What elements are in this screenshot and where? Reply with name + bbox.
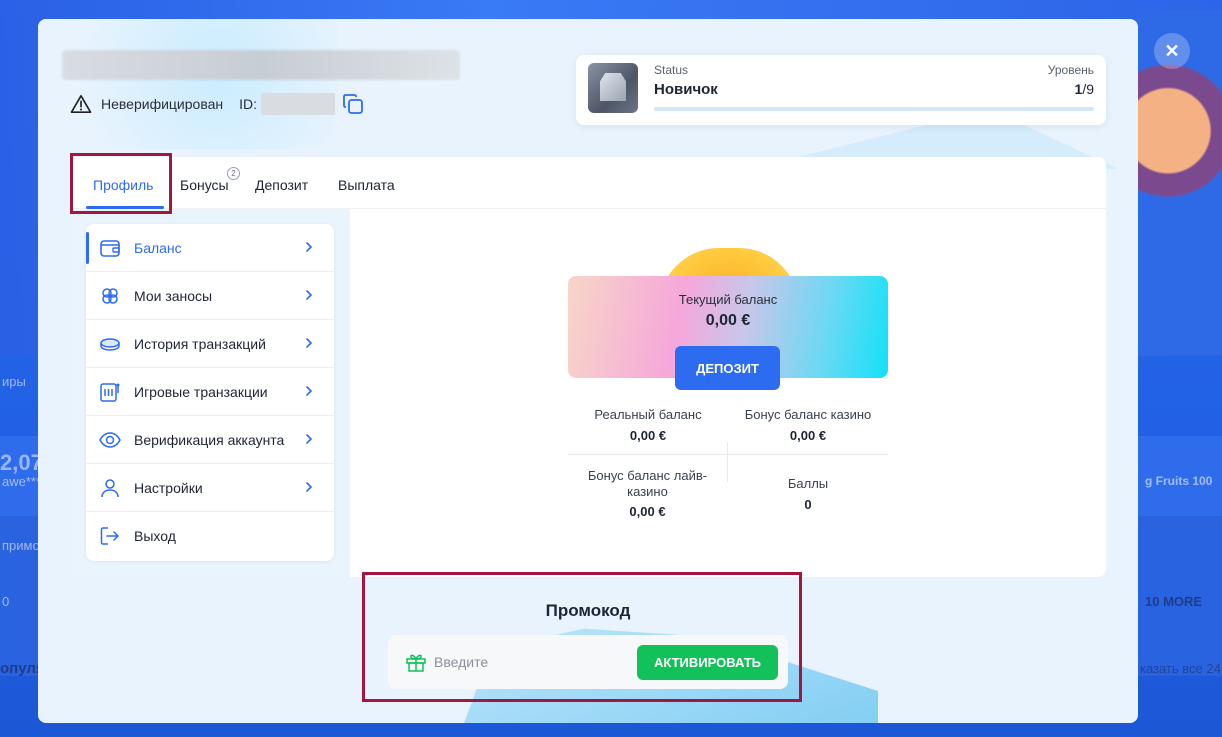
bg-show-all-link[interactable]: казать все 24: [1140, 661, 1221, 676]
chevron-right-icon: [306, 242, 313, 252]
current-balance-label: Текущий баланс: [678, 292, 778, 307]
user-icon: [101, 478, 119, 497]
slot-machine-icon: [100, 382, 120, 402]
divider: [568, 454, 888, 455]
sidebar-item-label: Игровые транзакции: [134, 383, 268, 400]
sidebar-item-logout[interactable]: Выход: [86, 512, 334, 560]
sidebar-item-settings[interactable]: Настройки: [86, 464, 334, 512]
verification-status: Неверифицирован: [101, 96, 224, 112]
tab-withdrawal[interactable]: Выплата: [338, 157, 395, 209]
sidebar-item-verification[interactable]: Верификация аккаунта: [86, 416, 334, 464]
status-card: Status Новичок Уровень 1/9: [576, 55, 1106, 125]
current-balance-value: 0,00 €: [705, 312, 751, 329]
bg-more-link[interactable]: 10 MORE: [1145, 594, 1202, 609]
points-label: Баллы: [787, 476, 829, 491]
logout-icon: [100, 527, 119, 545]
bg-text-fragment: awe***: [2, 474, 42, 489]
warning-icon: [70, 95, 92, 113]
sidebar-item-label: История транзакций: [134, 335, 266, 352]
level-label: Уровень: [1047, 63, 1094, 77]
chevron-right-icon: [306, 434, 313, 444]
close-button[interactable]: ✕: [1154, 33, 1190, 69]
live-casino-bonus-balance: Бонус баланс лайв-казино 0,00 €: [575, 468, 720, 520]
real-balance-value: 0,00 €: [629, 428, 667, 443]
casino-bonus-label: Бонус баланс казино: [744, 407, 872, 422]
real-balance: Реальный баланс 0,00 €: [578, 407, 718, 443]
modal-decoration: [38, 19, 338, 149]
bg-text-fragment: 0: [2, 594, 10, 609]
bg-text-fragment: 2,07: [0, 450, 43, 475]
level-value: 1/9: [1075, 81, 1094, 97]
sidebar-item-balance[interactable]: Баланс: [86, 224, 334, 272]
chevron-right-icon: [306, 290, 313, 300]
sidebar-item-label: Настройки: [134, 479, 203, 496]
sidebar-item-label: Выход: [134, 528, 176, 544]
sidebar-item-label: Мои заносы: [134, 287, 213, 304]
bg-text-fragment: иры: [2, 374, 26, 389]
bg-text-fragment: примо: [2, 538, 40, 553]
deposit-button[interactable]: ДЕПОЗИТ: [675, 346, 780, 390]
status-label: Status: [654, 63, 689, 77]
clover-icon: [102, 287, 118, 304]
rank-image: [588, 63, 638, 113]
points-balance: Баллы 0: [738, 476, 878, 512]
sidebar-item-game-transactions[interactable]: Игровые транзакции: [86, 368, 334, 416]
tabs-bar: Профиль Бонусы Депозит Выплата: [70, 157, 1106, 209]
user-id-redacted: [261, 93, 336, 115]
divider: [727, 442, 728, 482]
chevron-right-icon: [306, 338, 313, 348]
sidebar-item-transaction-history[interactable]: История транзакций: [86, 320, 334, 368]
casino-bonus-balance: Бонус баланс казино 0,00 €: [728, 407, 888, 443]
points-value: 0: [804, 497, 812, 512]
verification-row: Неверифицирован ID:: [70, 92, 365, 116]
eye-icon: [99, 431, 121, 448]
level-total: /9: [1082, 81, 1094, 97]
copy-icon[interactable]: [341, 92, 365, 116]
sidebar-menu: Баланс Мои заносы История транзакций Игр…: [86, 224, 334, 561]
live-bonus-label: Бонус баланс лайв-казино: [587, 468, 708, 499]
casino-bonus-value: 0,00 €: [789, 428, 827, 443]
chevron-right-icon: [306, 482, 313, 492]
status-value: Новичок: [654, 81, 718, 98]
id-label: ID:: [239, 96, 258, 112]
bg-text-fragment: g Fruits 100: [1145, 474, 1213, 488]
chevron-right-icon: [306, 386, 313, 396]
level-progress-bar: [654, 107, 1094, 111]
live-bonus-value: 0,00 €: [629, 504, 666, 519]
tab-bonuses[interactable]: Бонусы: [180, 157, 229, 209]
highlight-box-profile-tab: [70, 153, 172, 214]
coin-stack-icon: [100, 337, 120, 351]
profile-modal: Неверифицирован ID: Status Новичок Урове…: [38, 19, 1138, 723]
username-redacted: [62, 50, 460, 80]
real-balance-label: Реальный баланс: [594, 407, 702, 422]
sidebar-item-label: Верификация аккаунта: [134, 431, 285, 448]
close-icon: ✕: [1164, 40, 1180, 61]
tab-deposit[interactable]: Депозит: [255, 157, 308, 209]
highlight-box-promo: [362, 572, 802, 702]
sidebar-item-label: Баланс: [134, 239, 182, 256]
wallet-icon: [100, 239, 120, 257]
bonus-count-badge: 2: [227, 167, 240, 180]
sidebar-item-my-wins[interactable]: Мои заносы: [86, 272, 334, 320]
